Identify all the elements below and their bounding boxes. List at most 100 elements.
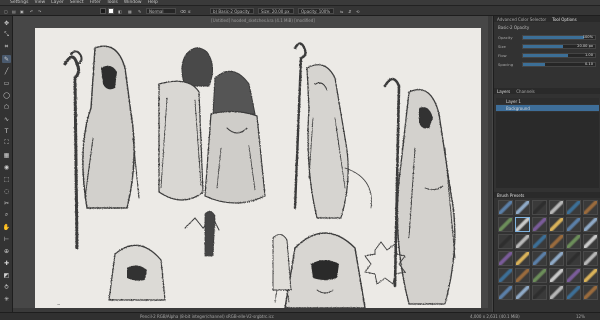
brush-preset-item[interactable] bbox=[498, 234, 513, 249]
brush-preset-item[interactable] bbox=[515, 285, 530, 300]
brush-preset-item[interactable] bbox=[566, 234, 581, 249]
measure-icon[interactable]: ⊢ bbox=[2, 235, 11, 243]
menu-select[interactable]: Select bbox=[70, 0, 84, 5]
brush-preset-item[interactable] bbox=[583, 234, 598, 249]
layer-row-1[interactable]: Layer 1 bbox=[496, 98, 599, 104]
open-document-icon[interactable]: ▤ bbox=[12, 8, 16, 14]
redo-icon[interactable]: ↷ bbox=[38, 8, 41, 14]
brush-preset-item[interactable] bbox=[566, 285, 581, 300]
brush-preset-item[interactable] bbox=[532, 217, 547, 232]
assistant-icon[interactable]: ⊕ bbox=[2, 247, 11, 255]
menu-filter[interactable]: Filter bbox=[90, 0, 101, 5]
mirror-horizontal-icon[interactable]: ⇋ bbox=[340, 8, 343, 14]
brush-preset-item[interactable] bbox=[515, 268, 530, 283]
foreground-color-swatch[interactable] bbox=[100, 8, 106, 14]
multibrush-icon[interactable]: ✳ bbox=[2, 295, 11, 303]
brush-preset-item[interactable] bbox=[583, 200, 598, 215]
brush-preset-item[interactable] bbox=[532, 285, 547, 300]
line-icon[interactable]: ╱ bbox=[2, 67, 11, 75]
brush-icon[interactable]: ✎ bbox=[2, 55, 11, 63]
brush-preset-item[interactable] bbox=[549, 217, 564, 232]
gradient-icon[interactable]: ◧ bbox=[118, 8, 122, 14]
brush-preset-item[interactable] bbox=[532, 268, 547, 283]
select-freehand-icon[interactable]: ✂ bbox=[2, 199, 11, 207]
size-field[interactable]: Size: 20.00 px bbox=[258, 8, 294, 14]
save-icon[interactable]: ▣ bbox=[20, 8, 24, 14]
slider-flow[interactable]: Flow 1.00 bbox=[498, 52, 596, 58]
canvas-paper[interactable]: ~ bbox=[35, 28, 481, 314]
background-color-swatch[interactable] bbox=[108, 8, 114, 14]
brush-preset-item[interactable] bbox=[515, 217, 530, 232]
brush-preset-item[interactable] bbox=[583, 217, 598, 232]
fill-icon[interactable]: ⛶ bbox=[2, 139, 11, 147]
brush-preset-item[interactable] bbox=[566, 268, 581, 283]
brush-preset-item[interactable] bbox=[515, 251, 530, 266]
rect-icon[interactable]: ▭ bbox=[2, 79, 11, 87]
tab-advanced-color-selector[interactable]: Advanced Color Selector bbox=[497, 17, 546, 22]
polygon-icon[interactable]: ⬠ bbox=[2, 103, 11, 111]
brush-preset-item[interactable] bbox=[583, 268, 598, 283]
menu-view[interactable]: View bbox=[34, 0, 45, 5]
preserve-alpha-icon[interactable]: α bbox=[188, 8, 191, 14]
opacity-field[interactable]: Opacity: 100% bbox=[298, 8, 334, 14]
tab-layers[interactable]: Layers bbox=[497, 89, 510, 94]
status-zoom[interactable]: 12% bbox=[576, 314, 585, 319]
text-icon[interactable]: T bbox=[2, 127, 11, 135]
brush-preset-item[interactable] bbox=[498, 268, 513, 283]
slider-spacing[interactable]: Spacing 0.10 bbox=[498, 61, 596, 67]
layer-row-background[interactable]: Background bbox=[496, 105, 599, 111]
brush-preset-item[interactable] bbox=[498, 285, 513, 300]
brush-preset-item[interactable] bbox=[532, 234, 547, 249]
select-ellipse-icon[interactable]: ◌ bbox=[2, 187, 11, 195]
brush-preset-item[interactable] bbox=[515, 234, 530, 249]
smart-patch-icon[interactable]: ✚ bbox=[2, 259, 11, 267]
brush-preset-item[interactable] bbox=[549, 234, 564, 249]
colorize-icon[interactable]: ◩ bbox=[2, 271, 11, 279]
pan-icon[interactable]: ✋ bbox=[2, 223, 11, 231]
brush-preset-item[interactable] bbox=[583, 251, 598, 266]
tab-channels[interactable]: Channels bbox=[516, 89, 535, 94]
brush-preset-item[interactable] bbox=[549, 268, 564, 283]
brush-preset-icon[interactable]: ✎ bbox=[138, 8, 141, 14]
brush-preset-item[interactable] bbox=[498, 200, 513, 215]
menu-layer[interactable]: Layer bbox=[51, 0, 64, 5]
wrap-around-icon[interactable]: ⟲ bbox=[356, 8, 359, 14]
transform-icon[interactable]: ⤡ bbox=[2, 31, 11, 39]
slider-track[interactable]: 20.00 px bbox=[522, 43, 596, 49]
path-icon[interactable]: ∿ bbox=[2, 115, 11, 123]
brush-preset-item[interactable] bbox=[566, 217, 581, 232]
brush-preset-item[interactable] bbox=[498, 251, 513, 266]
menu-settings[interactable]: Settings bbox=[10, 0, 28, 5]
brush-preset-item[interactable] bbox=[549, 285, 564, 300]
new-document-icon[interactable]: ▢ bbox=[4, 8, 8, 14]
brush-preset-item[interactable] bbox=[515, 200, 530, 215]
menu-tools[interactable]: Tools bbox=[107, 0, 118, 5]
slider-track[interactable]: 0.10 bbox=[522, 61, 596, 67]
menu-help[interactable]: Help bbox=[148, 0, 158, 5]
crop-icon[interactable]: ⌗ bbox=[2, 43, 11, 51]
gradient-icon[interactable]: ▦ bbox=[2, 151, 11, 159]
select-rect-icon[interactable]: ⬚ bbox=[2, 175, 11, 183]
brush-preset-item[interactable] bbox=[583, 285, 598, 300]
tab-tool-options[interactable]: Tool Options bbox=[552, 17, 576, 22]
slider-track[interactable]: 100% bbox=[522, 34, 596, 40]
vertical-scrollbar[interactable] bbox=[488, 16, 492, 312]
canvas-area[interactable]: [Untitled] hooded_sketches.kra (4.1 MiB)… bbox=[13, 16, 493, 314]
brush-preset-item[interactable] bbox=[549, 200, 564, 215]
menu-window[interactable]: Window bbox=[124, 0, 142, 5]
slider-opacity[interactable]: Opacity 100% bbox=[498, 34, 596, 40]
ellipse-icon[interactable]: ◯ bbox=[2, 91, 11, 99]
brush-preset-item[interactable] bbox=[532, 200, 547, 215]
erase-mode-icon[interactable]: ⌫ bbox=[180, 8, 186, 14]
slider-track[interactable]: 1.00 bbox=[522, 52, 596, 58]
pattern-icon[interactable]: ▦ bbox=[128, 8, 132, 14]
brush-preset-item[interactable] bbox=[498, 217, 513, 232]
mirror-vertical-icon[interactable]: ⇵ bbox=[348, 8, 351, 14]
brush-preset-item[interactable] bbox=[566, 251, 581, 266]
brush-preset-item[interactable] bbox=[532, 251, 547, 266]
brush-preset-item[interactable] bbox=[549, 251, 564, 266]
move-icon[interactable]: ✥ bbox=[2, 19, 11, 27]
brush-preset-item[interactable] bbox=[566, 200, 581, 215]
picker-icon[interactable]: ◉ bbox=[2, 163, 11, 171]
zoom-icon[interactable]: ⌕ bbox=[2, 211, 11, 219]
